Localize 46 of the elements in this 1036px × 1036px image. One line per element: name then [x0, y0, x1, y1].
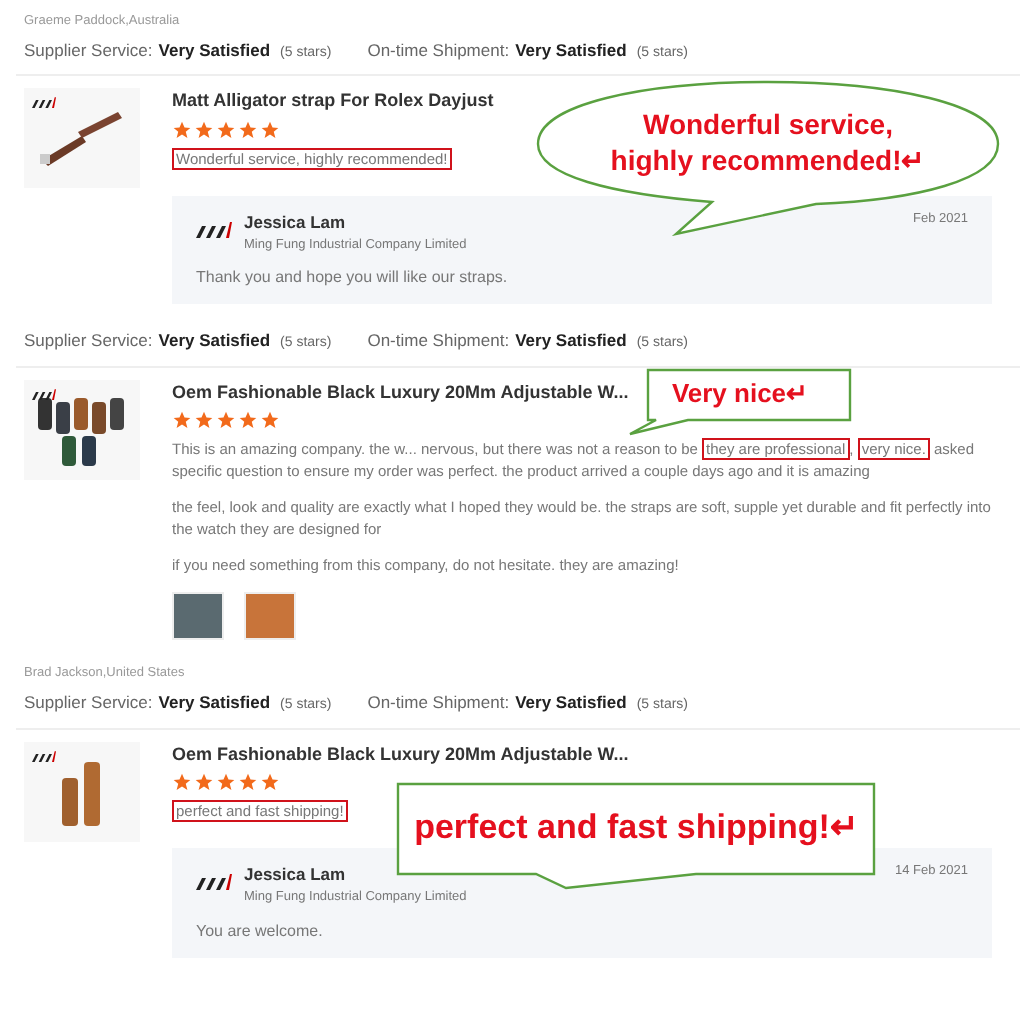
star-icon [260, 410, 280, 431]
rating-label: On-time Shipment: [367, 690, 510, 716]
star-icon [238, 119, 258, 140]
callout-text: Very nice↵ [671, 377, 809, 410]
company-logo-icon [32, 749, 56, 761]
company-logo-icon [196, 219, 232, 238]
company-logo-icon [32, 96, 56, 109]
star-icon [172, 772, 192, 792]
company-logo-icon [32, 387, 56, 400]
rating-value: Very Satisfied [515, 328, 627, 354]
product-title: Oem Fashionable Black Luxury 20Mm Adjustable W... [172, 379, 629, 406]
replier-name: Jessica Lam [244, 209, 348, 235]
star-icon [172, 410, 192, 431]
star-icon [260, 119, 280, 140]
product-title: Oem Fashionable Black Luxury 20Mm Adjustable W... [172, 741, 629, 768]
reply-text: You are welcome. [196, 919, 325, 943]
star-icon [238, 772, 258, 792]
star-icon [194, 119, 214, 140]
star-icon [172, 119, 192, 140]
rating-value: Very Satisfied [515, 690, 627, 716]
rating-value: Very Satisfied [158, 37, 271, 63]
star-icon [216, 119, 236, 140]
rating-label: Supplier Service: [24, 328, 153, 354]
reply-text: Thank you and hope you will like our straps. [196, 266, 510, 291]
company-logo-icon [196, 872, 232, 890]
rating-label: Supplier Service: [24, 690, 153, 716]
watch-straps-drawing [58, 757, 106, 825]
watch-strap-drawing [38, 108, 126, 169]
rating-label: Supplier Service: [24, 37, 153, 63]
star-icon [260, 772, 280, 792]
replier-name: Jessica Lam [244, 862, 348, 888]
strap-photo-placeholder [244, 592, 296, 641]
callout-text: perfect and fast shipping!↵ [414, 805, 858, 848]
rating-label: On-time Shipment: [367, 328, 510, 354]
rating-value: Very Satisfied [158, 690, 271, 716]
star-icon [194, 410, 214, 431]
rating-label: On-time Shipment: [367, 37, 510, 63]
star-icon [194, 772, 214, 792]
callout-text: Wonderful service, highly recommended!↵ [610, 108, 926, 179]
rating-value: Very Satisfied [158, 328, 271, 354]
star-icon [216, 772, 236, 792]
product-title: Matt Alligator strap For Rolex Dayjust [172, 88, 494, 115]
star-icon [216, 410, 236, 431]
watch-photo-placeholder [172, 592, 224, 641]
rating-value: Very Satisfied [515, 37, 627, 63]
star-icon [238, 410, 258, 431]
